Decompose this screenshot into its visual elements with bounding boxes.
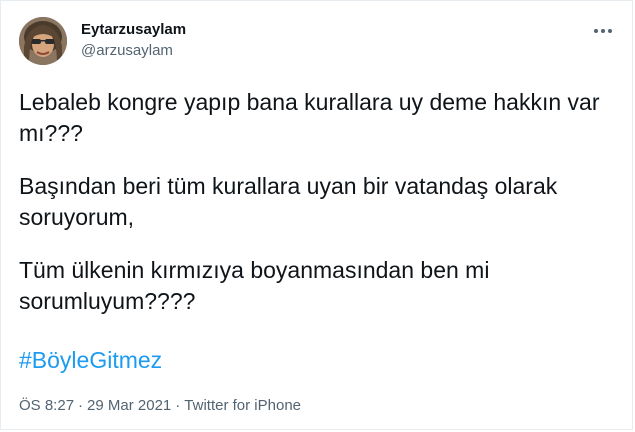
tweet-date[interactable]: 29 Mar 2021 [87, 397, 171, 414]
tweet-text: Lebaleb kongre yapıp bana kurallara uy d… [19, 87, 619, 339]
avatar-image [19, 17, 67, 65]
author-handle[interactable]: @arzusaylam [81, 42, 173, 60]
tweet-paragraph: Tüm ülkenin kırmızıya boyanmasından ben … [19, 257, 490, 314]
hashtag-link[interactable]: #BöyleGitmez [19, 345, 162, 376]
tweet-paragraph: Lebaleb kongre yapıp bana kurallara uy d… [19, 89, 600, 146]
tweet-metadata: ÖS 8:27 · 29 Mar 2021 · Twitter for iPhone [19, 397, 301, 415]
tweet-time[interactable]: ÖS 8:27 [19, 397, 74, 414]
avatar[interactable] [19, 17, 67, 65]
meta-separator: · [78, 397, 84, 414]
more-horizontal-icon [594, 29, 612, 33]
more-options-button[interactable] [587, 17, 619, 45]
meta-separator: · [175, 397, 181, 414]
tweet-paragraph: Başından beri tüm kurallara uyan bir vat… [19, 173, 558, 230]
tweet-source[interactable]: Twitter for iPhone [184, 397, 301, 414]
author-display-name[interactable]: Eytarzusaylam [81, 21, 186, 39]
tweet-card: Eytarzusaylam @arzusaylam Lebaleb kongre… [0, 0, 633, 430]
